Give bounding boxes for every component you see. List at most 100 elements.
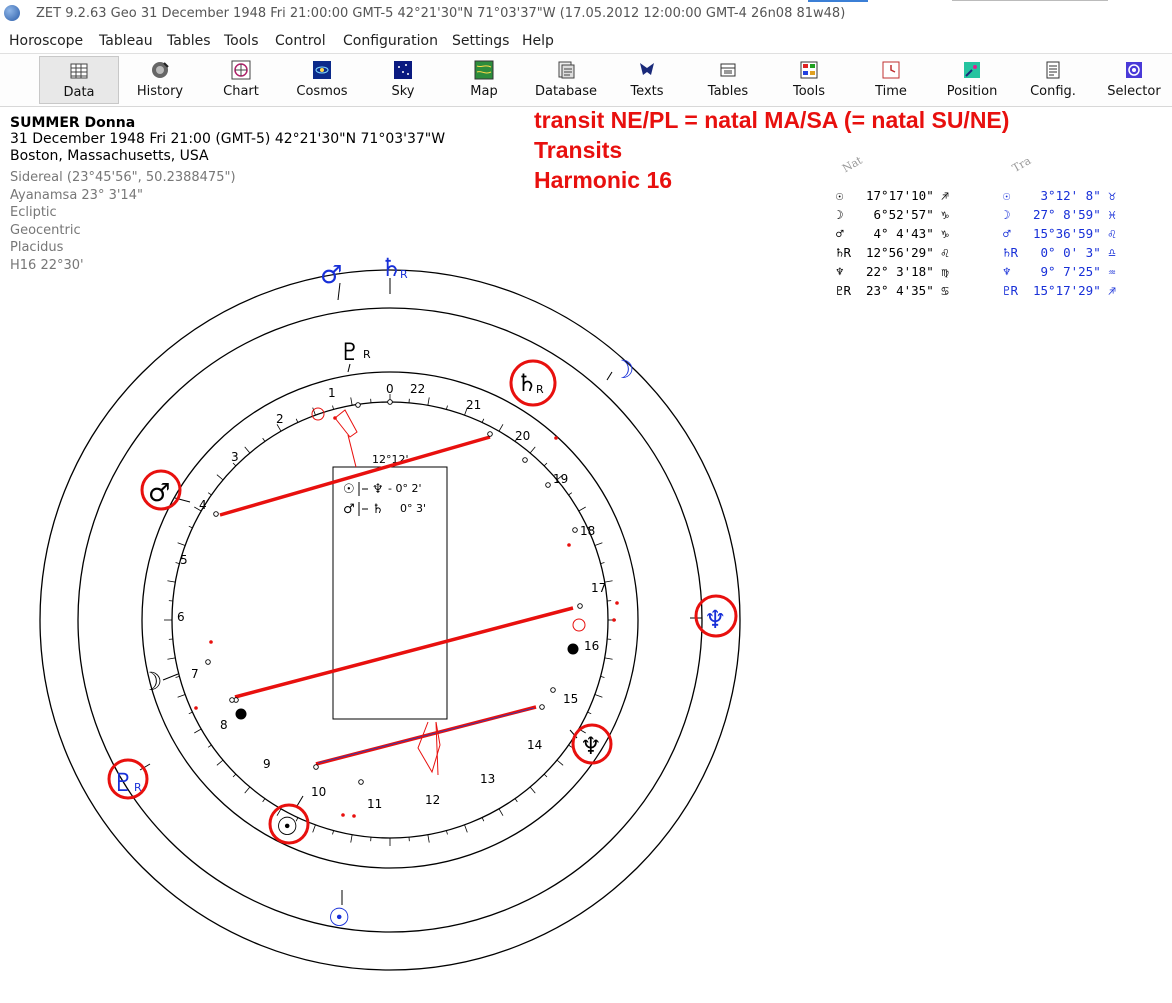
degree-tick [604,657,613,660]
degree-tick [543,773,548,778]
degree-tick [543,462,548,467]
retrograde-mark: R [363,348,371,361]
midpoint-marker [572,618,586,632]
retrograde-mark: R [400,268,408,281]
house-number: 2 [276,412,284,426]
position-marker [539,704,545,710]
position-marker [572,527,578,533]
house-number: 8 [220,718,228,732]
transit-mars-glyph[interactable]: ♂ [320,260,342,289]
position-marker [577,603,583,609]
degree-tick [295,418,299,423]
natal-sun-glyph[interactable]: ☉ [276,812,298,841]
degree-tick [350,397,353,406]
house-number: 10 [311,785,326,799]
house-number: 12 [425,793,440,807]
transit-neptune-glyph[interactable]: ♆ [704,605,726,634]
house-number: 13 [480,772,495,786]
degree-tick [232,773,237,778]
mars-glyph: ♂ [343,502,355,517]
house-number: 0 [386,382,394,396]
degree-tick [446,405,448,410]
house-number: 4 [199,498,207,512]
natal-pluto-glyph[interactable]: ♇ [339,338,361,366]
red-marker [194,706,198,710]
sun-neptune-orb: - 0° 2' [388,482,421,495]
position-marker [387,399,393,405]
degree-tick [481,418,485,423]
degree-tick [177,694,186,698]
degree-tick [427,834,430,843]
degree-tick [207,492,212,496]
house-number: 9 [263,757,271,771]
house-number: 17 [591,581,606,595]
position-marker [313,764,319,770]
position-marker [229,697,235,703]
degree-tick [350,834,353,843]
degree-tick [587,711,592,715]
degree-tick [514,798,518,803]
degree-tick [177,542,186,546]
degree-tick [216,474,224,481]
planet-dot [235,708,247,720]
red-marker [333,416,337,420]
red-marker [615,601,619,605]
degree-tick [446,830,448,835]
house-number: 5 [180,553,188,567]
house-number: 18 [580,524,595,538]
red-marker [209,640,213,644]
natal-moon-glyph[interactable]: ☽ [140,667,162,696]
house-number: 16 [584,639,599,653]
position-marker [545,482,551,488]
red-marker [352,814,356,818]
planet-dot [567,643,579,655]
natal-neptune-glyph[interactable]: ♆ [580,732,602,760]
house-number: 19 [553,472,568,486]
degree-tick [529,446,536,454]
degree-tick [262,437,266,442]
red-marker [554,436,558,440]
position-marker [487,431,493,437]
house-number: 7 [191,667,199,681]
degree-tick [167,580,176,583]
degree-tick [498,424,504,432]
glyph-leader [296,795,304,807]
transit-sun-glyph[interactable]: ☉ [328,903,350,932]
sun-glyph: ☉ [343,482,355,497]
degree-tick [312,824,316,833]
house-number: 21 [466,398,481,412]
degree-tick [594,542,603,546]
natal-mars-glyph[interactable]: ♂ [148,478,170,507]
position-marker [522,457,528,463]
degree-tick [188,525,193,529]
degree-tick [556,759,564,766]
degree-tick [167,657,176,660]
house-number: 15 [563,692,578,706]
midpoint-pointer-top [334,409,358,438]
house-number: 3 [231,450,239,464]
degree-tick [175,562,180,564]
position-marker [213,511,219,517]
red-marker [341,813,345,817]
degree-tick [594,694,603,698]
mars-saturn-orb: 0° 3' [400,502,426,515]
position-marker [358,779,364,785]
degree-tick [498,808,504,816]
degree-tick [262,798,266,803]
degree-tick [332,830,334,835]
house-number: 20 [515,429,530,443]
natal-saturn-glyph[interactable]: ♄ [516,369,538,397]
neptune-glyph: ♆ [372,482,384,497]
position-marker [550,687,556,693]
red-marker [567,543,571,547]
house-number: 1 [328,386,336,400]
degree-tick [568,492,573,496]
house-number: 22 [410,382,425,396]
degree-tick [600,676,605,678]
degree-tick [464,824,468,833]
degree-tick [529,786,536,794]
horoscope-wheel[interactable]: 01234567891011 1213141516171819202122 12°… [0,0,1172,1003]
transit-moon-glyph[interactable]: ☽ [612,355,634,384]
degree-tick [332,405,334,410]
degree-tick [427,397,430,406]
